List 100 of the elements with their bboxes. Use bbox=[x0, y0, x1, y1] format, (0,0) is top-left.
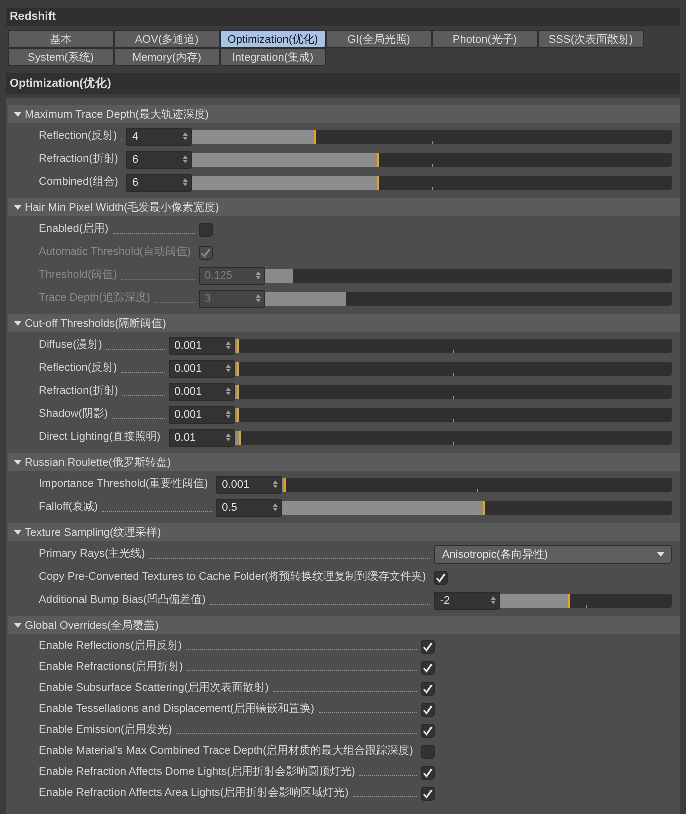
checkmark-icon bbox=[423, 726, 434, 736]
setting-label: Threshold(阈值) bbox=[39, 268, 118, 283]
checkbox[interactable] bbox=[434, 570, 448, 584]
tab[interactable]: System(系统) bbox=[8, 48, 114, 66]
setting-label: Primary Rays(主光线) bbox=[39, 546, 146, 562]
group-title: Russian Roulette(俄罗斯转盘) bbox=[25, 456, 172, 470]
setting-label: Enable Refraction Affects Dome Lights(启用折射会影响圆顶灯光) bbox=[39, 764, 356, 780]
setting-label: Automatic Threshold(自动阈值) bbox=[39, 245, 192, 260]
checkbox[interactable] bbox=[199, 222, 214, 236]
number-field[interactable]: 4 bbox=[126, 128, 192, 146]
spinner-icon[interactable] bbox=[226, 433, 231, 442]
setting-label: Refraction(折射) bbox=[39, 384, 118, 399]
dropdown[interactable]: Anisotropic(各向异性) bbox=[434, 545, 672, 564]
setting-label: Additional Bump Bias(凹凸偏差值) bbox=[39, 593, 206, 608]
group-title: Global Overrides(全局覆盖) bbox=[25, 618, 159, 632]
spinner-icon[interactable] bbox=[256, 294, 262, 303]
checkbox[interactable] bbox=[421, 724, 436, 738]
spinner-icon[interactable] bbox=[491, 596, 496, 605]
checkmark-icon bbox=[423, 768, 434, 778]
spinner-icon[interactable] bbox=[226, 364, 231, 373]
group-header[interactable]: Hair Min Pixel Width(毛发最小像素宽度) bbox=[8, 198, 680, 216]
slider-fill[interactable] bbox=[234, 362, 239, 376]
number-field[interactable]: 0.001 bbox=[168, 336, 235, 354]
number-field[interactable]: -2 bbox=[434, 592, 500, 610]
checkmark-icon bbox=[423, 704, 434, 714]
caret-down-icon[interactable] bbox=[14, 203, 22, 211]
setting-label: Refraction(折射) bbox=[39, 152, 118, 167]
number-field[interactable]: 0.5 bbox=[216, 498, 282, 516]
setting-label: Enable Subsurface Scattering(启用次表面散射) bbox=[39, 680, 269, 696]
caret-down-icon[interactable] bbox=[14, 528, 22, 536]
caret-down-icon[interactable] bbox=[14, 110, 22, 118]
group-title: Cut-off Thresholds(隔断阈值) bbox=[25, 316, 166, 330]
tab[interactable]: 基本 bbox=[8, 30, 114, 48]
slider-fill[interactable] bbox=[192, 130, 316, 144]
checkbox[interactable] bbox=[421, 744, 436, 758]
slider-fill[interactable] bbox=[234, 338, 239, 352]
setting-label: Reflection(反射) bbox=[39, 129, 118, 144]
group-header[interactable]: Global Overrides(全局覆盖) bbox=[8, 616, 680, 634]
setting-label: Enable Refraction Affects Area Lights(启用折射会影响区域灯光) bbox=[39, 786, 349, 801]
group-title: Texture Sampling(纹理采样) bbox=[25, 526, 162, 540]
number-field[interactable]: 0.01 bbox=[168, 428, 235, 446]
group-header[interactable]: Russian Roulette(俄罗斯转盘) bbox=[8, 453, 680, 471]
tab[interactable]: SSS(次表面散射) bbox=[538, 30, 644, 48]
setting-label: Copy Pre-Converted Textures to Cache Folder(将预转换纹理复制到缓存文件夹) bbox=[39, 570, 426, 585]
checkbox[interactable] bbox=[421, 682, 436, 696]
setting-label: Enabled(启用) bbox=[39, 222, 109, 237]
number-field[interactable]: 0.001 bbox=[168, 360, 235, 378]
group-header[interactable]: Maximum Trace Depth(最大轨迹深度) bbox=[8, 105, 680, 123]
setting-label: Enable Refractions(启用折射) bbox=[39, 660, 184, 675]
spinner-icon[interactable] bbox=[256, 271, 262, 280]
setting-label: Falloff(衰减) bbox=[39, 500, 98, 515]
spinner-icon[interactable] bbox=[226, 410, 231, 419]
setting-label: Shadow(阴影) bbox=[39, 407, 108, 422]
setting-label: Diffuse(漫射) bbox=[39, 338, 102, 353]
checkbox[interactable] bbox=[421, 786, 436, 800]
setting-label: Combined(组合) bbox=[39, 175, 118, 190]
tab[interactable]: GI(全局光照) bbox=[326, 30, 432, 48]
spinner-icon[interactable] bbox=[183, 132, 188, 141]
number-field[interactable]: 0.001 bbox=[216, 476, 282, 494]
checkbox[interactable] bbox=[421, 660, 436, 674]
caret-down-icon[interactable] bbox=[14, 458, 22, 466]
tab[interactable]: Memory(内存) bbox=[114, 48, 220, 66]
checkmark-icon bbox=[423, 684, 434, 694]
spinner-icon[interactable] bbox=[183, 155, 188, 164]
spinner-icon[interactable] bbox=[273, 480, 278, 489]
slider-fill[interactable] bbox=[234, 384, 239, 398]
tab[interactable]: Integration(集成) bbox=[220, 48, 326, 66]
group-title: Hair Min Pixel Width(毛发最小像素宽度) bbox=[25, 200, 220, 214]
checkbox[interactable] bbox=[421, 766, 436, 780]
slider-fill[interactable] bbox=[192, 176, 379, 190]
group-title: Maximum Trace Depth(最大轨迹深度) bbox=[25, 108, 209, 122]
slider-fill[interactable] bbox=[282, 478, 286, 492]
setting-label: Enable Reflections(启用反射) bbox=[39, 638, 182, 654]
number-field[interactable]: 6 bbox=[126, 174, 192, 192]
tab[interactable]: Photon(光子) bbox=[432, 30, 538, 48]
number-field[interactable]: 0.001 bbox=[168, 406, 235, 424]
tab[interactable]: AOV(多通道) bbox=[114, 30, 220, 48]
group-header[interactable]: Texture Sampling(纹理采样) bbox=[8, 523, 680, 541]
group-header[interactable]: Cut-off Thresholds(隔断阈值) bbox=[8, 314, 680, 332]
setting-label: Enable Tessellations and Displacement(启用镶嵌和置换) bbox=[39, 702, 315, 717]
slider-fill[interactable] bbox=[234, 408, 239, 422]
setting-label: Direct Lighting(直接照明) bbox=[39, 430, 161, 445]
spinner-icon[interactable] bbox=[226, 341, 231, 350]
checkbox[interactable] bbox=[421, 640, 436, 654]
slider-fill[interactable] bbox=[500, 594, 570, 608]
tab[interactable]: Optimization(优化) bbox=[220, 30, 326, 48]
slider-fill[interactable] bbox=[282, 500, 485, 514]
caret-down-icon[interactable] bbox=[14, 621, 22, 629]
checkmark-icon bbox=[423, 662, 434, 672]
setting-label: Trace Depth(追踪深度) bbox=[39, 290, 150, 306]
spinner-icon[interactable] bbox=[273, 503, 278, 512]
slider-fill[interactable] bbox=[192, 152, 379, 166]
checkbox[interactable] bbox=[421, 702, 436, 716]
number-field[interactable]: 6 bbox=[126, 150, 192, 168]
checkmark-icon bbox=[423, 788, 434, 798]
number-field[interactable]: 0.001 bbox=[168, 382, 235, 400]
spinner-icon[interactable] bbox=[183, 178, 188, 187]
spinner-icon[interactable] bbox=[226, 387, 231, 396]
setting-label: Enable Emission(启用发光) bbox=[39, 722, 172, 738]
caret-down-icon[interactable] bbox=[14, 319, 22, 327]
